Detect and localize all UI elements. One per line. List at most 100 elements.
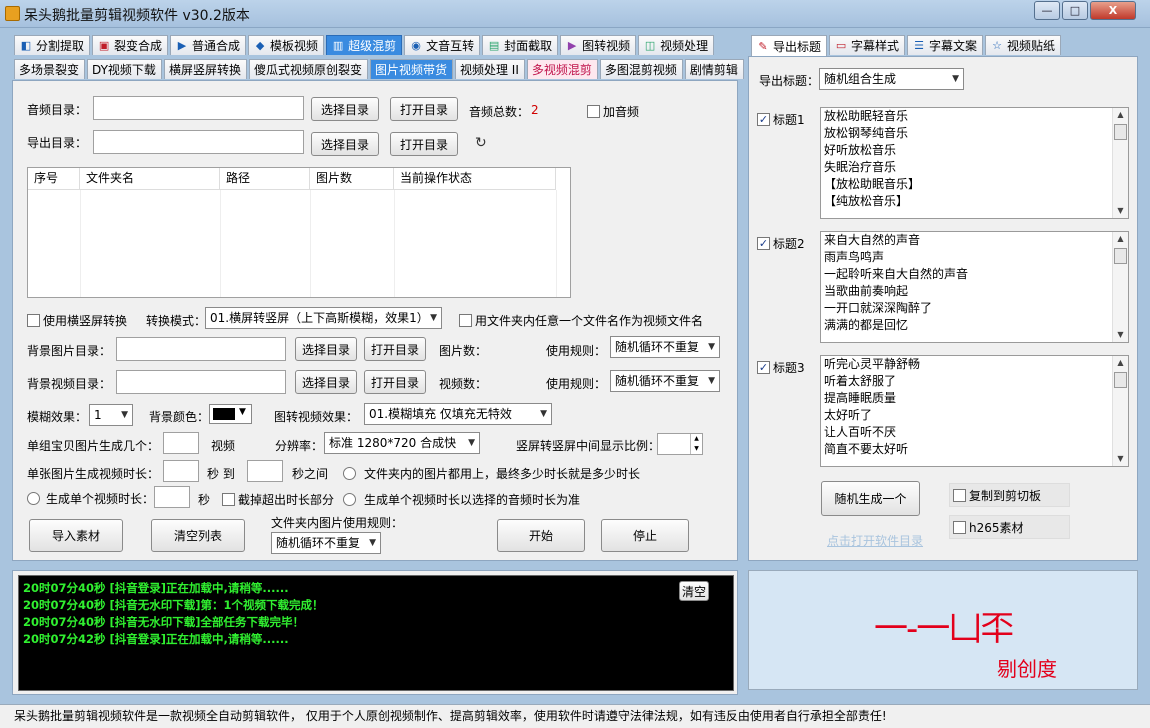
copy-clipboard-check-box[interactable] [953,488,966,502]
copy-clipboard-checkbox[interactable]: 复制到剪切板 [949,483,1070,507]
scroll-down-icon[interactable]: ▼ [1113,452,1128,466]
title-1-textarea[interactable]: 放松助眠轻音乐 放松钢琴纯音乐 好听放松音乐 失眠治疗音乐 【放松助眠音乐】 【纯放松音乐… [820,107,1129,219]
use-filename-checkbox[interactable]: 用文件夹内任意一个文件名作为视频文件名 [459,312,703,329]
sub-tab-7[interactable]: 多视频混剪 [526,59,598,79]
maximize-button[interactable]: □ [1062,1,1088,20]
img2video-effect-select[interactable]: 01.模糊填充 仅填充无特效 [364,403,552,425]
add-audio-check-box[interactable] [587,105,600,118]
use-hv-convert-check-box[interactable] [27,314,40,327]
random-generate-button[interactable]: 随机生成一个 [821,481,920,516]
h265-check-box[interactable] [953,520,966,534]
title-3-textarea[interactable]: 听完心灵平静舒畅 听着太舒服了 提高睡眠质量 太好听了 让人百听不厌 简直不要太好听 ▲ ▼ [820,355,1129,467]
by-audio-radio[interactable]: 生成单个视频时长以选择的音频时长为准 [343,491,580,508]
import-material-button[interactable]: 导入素材 [29,519,123,552]
right-tab-2[interactable]: ▭ 字幕样式 [829,35,906,55]
audio-select-dir-button[interactable]: 选择目录 [311,97,379,121]
bg-color-picker[interactable]: ▼ [209,404,252,424]
bg-image-dir-input[interactable] [116,337,286,361]
open-software-dir-link[interactable]: 点击打开软件目录 [827,532,923,549]
sub-tab-1[interactable]: 多场景裂变 [14,59,86,79]
by-audio-radio-circle[interactable] [343,493,356,506]
convert-mode-select[interactable]: 01.横屏转竖屏（上下高斯模糊，效果1） [205,307,442,329]
use-filename-check-box[interactable] [459,314,472,327]
folder-rule-select[interactable]: 随机循环不重复 [271,532,381,554]
scroll-down-icon[interactable]: ▼ [1113,204,1128,218]
trim-checkbox[interactable]: 截掉超出时长部分 [222,491,334,508]
sub-tab-5[interactable]: 图片视频带货 [369,59,453,79]
clear-log-button[interactable]: 清空 [679,581,709,601]
export-title-select[interactable]: 随机组合生成 [819,68,964,90]
bg-image-select-button[interactable]: 选择目录 [295,337,357,361]
bg-video-open-button[interactable]: 打开目录 [364,370,426,394]
export-open-dir-button[interactable]: 打开目录 [390,132,458,156]
audio-open-dir-button[interactable]: 打开目录 [390,97,458,121]
title-check-box[interactable]: ✓ [757,113,770,126]
main-tab-7[interactable]: ▤ 封面截取 [482,35,559,55]
sub-tab-8[interactable]: 多图混剪视频 [599,59,683,79]
use-hv-convert-checkbox[interactable]: 使用横竖屏转换 [27,312,127,329]
bg-image-open-button[interactable]: 打开目录 [364,337,426,361]
add-audio-checkbox[interactable]: 加音频 [587,103,639,120]
main-tab-1[interactable]: ◧ 分割提取 [14,35,91,55]
title-2-textarea[interactable]: 来自大自然的声音 雨声鸟鸣声 一起聆听来自大自然的声音 当歌曲前奏响起 一开口就深深陶醉… [820,231,1129,343]
scroll-down-icon[interactable]: ▼ [1113,328,1128,342]
audio-dir-input[interactable] [93,96,304,120]
stop-button[interactable]: 停止 [601,519,689,552]
minimize-button[interactable]: — [1034,1,1060,20]
main-tab-8[interactable]: ▶ 图转视频 [560,35,637,55]
single-video-duration-input[interactable] [154,486,190,508]
blur-select[interactable]: 1 [89,404,133,426]
scroll-up-icon[interactable]: ▲ [1113,232,1128,246]
scroll-up-icon[interactable]: ▲ [1113,356,1128,370]
vertical-ratio-input[interactable]: ▲ ▼ [657,433,703,455]
scroll-thumb[interactable] [1114,372,1127,388]
bg-video-select-button[interactable]: 选择目录 [295,370,357,394]
title-3-scrollbar[interactable]: ▲ ▼ [1112,356,1128,466]
refresh-icon[interactable]: ↻ [475,135,487,151]
single-video-radio-circle[interactable] [27,492,40,505]
right-tab-4[interactable]: ☆ 视频贴纸 [985,35,1062,55]
group-count-input[interactable] [163,432,199,454]
title-check-box[interactable]: ✓ [757,237,770,250]
single-duration-min-input[interactable] [163,460,199,482]
export-dir-input[interactable] [93,130,304,154]
clear-list-button[interactable]: 清空列表 [151,519,245,552]
video-rule-select[interactable]: 随机循环不重复 [610,370,720,392]
title-1-scrollbar[interactable]: ▲ ▼ [1112,108,1128,218]
title-1-checkbox[interactable]: ✓ 标题1 [757,111,805,128]
scroll-up-icon[interactable]: ▲ [1113,108,1128,122]
folder-table[interactable]: 序号 文件夹名 路径 图片数 当前操作状态 [27,167,571,298]
main-tab-2[interactable]: ▣ 裂变合成 [92,35,169,55]
trim-check-box[interactable] [222,493,235,506]
right-tab-3[interactable]: ☰ 字幕文案 [907,35,984,55]
main-tab-6[interactable]: ◉ 文音互转 [404,35,481,55]
title-2-checkbox[interactable]: ✓ 标题2 [757,235,805,252]
main-tab-3[interactable]: ▶ 普通合成 [170,35,247,55]
bg-video-dir-input[interactable] [116,370,286,394]
main-tab-4[interactable]: ◆ 模板视频 [248,35,325,55]
scroll-thumb[interactable] [1114,124,1127,140]
scroll-thumb[interactable] [1114,248,1127,264]
sub-tab-2[interactable]: DY视频下载 [87,59,162,79]
log-console[interactable]: 20时07分40秒 [抖音登录]正在加载中,请稍等...... 20时07分40秒… [18,575,734,691]
h265-checkbox[interactable]: h265素材 [949,515,1070,539]
title-3-checkbox[interactable]: ✓ 标题3 [757,359,805,376]
export-select-dir-button[interactable]: 选择目录 [311,132,379,156]
image-rule-select[interactable]: 随机循环不重复 [610,336,720,358]
sub-tab-9[interactable]: 剧情剪辑 [684,59,744,79]
single-duration-max-input[interactable] [247,460,283,482]
title-check-box[interactable]: ✓ [757,361,770,374]
start-button[interactable]: 开始 [497,519,585,552]
resolution-select[interactable]: 标准 1280*720 合成快 [324,432,480,454]
single-video-radio[interactable]: 生成单个视频时长： [27,490,154,507]
folder-all-radio[interactable]: 文件夹内的图片都用上，最终多少时长就是多少时长 [343,465,640,482]
sub-tab-4[interactable]: 傻瓜式视频原创裂变 [248,59,368,79]
close-button[interactable]: X [1090,1,1136,20]
folder-all-radio-circle[interactable] [343,467,356,480]
main-tab-5[interactable]: ▥ 超级混剪 [326,35,403,55]
main-tab-9[interactable]: ◫ 视频处理 [638,35,715,55]
title-2-scrollbar[interactable]: ▲ ▼ [1112,232,1128,342]
sub-tab-6[interactable]: 视频处理 II [454,59,525,79]
sub-tab-3[interactable]: 横屏竖屏转换 [163,59,247,79]
right-tab-1[interactable]: ✎ 导出标题 [751,35,828,57]
